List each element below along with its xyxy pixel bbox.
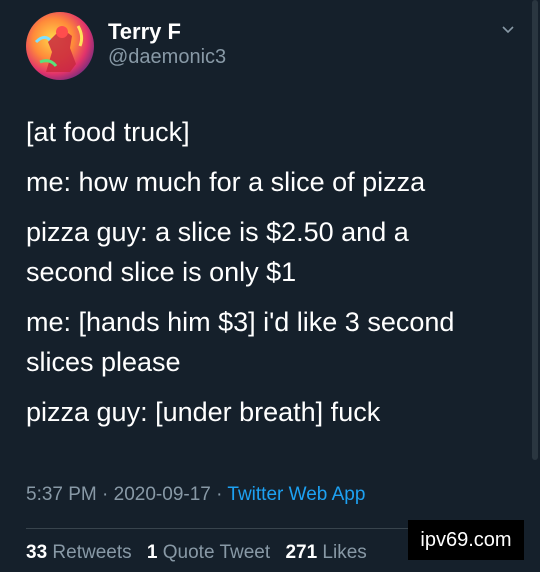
tweet-card: Terry F @daemonic3 [at food truck] me: h… — [0, 0, 540, 572]
retweets-stat[interactable]: 33 Retweets — [26, 542, 132, 563]
likes-label: Likes — [322, 542, 367, 563]
tweet-time[interactable]: 5:37 PM — [26, 484, 97, 505]
tweet-line: [at food truck] — [26, 117, 190, 147]
tweet-line: slices please — [26, 347, 181, 377]
tweet-stats: 33 Retweets 1 Quote Tweet 271 Likes — [26, 542, 377, 564]
tweet-line: me: how much for a slice of pizza — [26, 167, 426, 197]
tweet-line: pizza guy: [under breath] fuck — [26, 397, 381, 427]
tweet-line: second slice is only $1 — [26, 257, 297, 287]
scrollbar[interactable] — [532, 0, 538, 460]
tweet-date[interactable]: 2020-09-17 — [114, 484, 211, 505]
tweet-line: me: [hands him $3] i'd like 3 second — [26, 307, 455, 337]
avatar-illustration-icon — [34, 25, 84, 72]
meta-separator: · — [216, 484, 223, 505]
tweet-source-link[interactable]: Twitter Web App — [227, 484, 365, 505]
tweet-line: pizza guy: a slice is $2.50 and a — [26, 217, 409, 247]
retweets-count: 33 — [26, 542, 48, 563]
user-display-name[interactable]: Terry F — [108, 19, 181, 45]
quotes-label: Quote Tweet — [162, 542, 271, 563]
tweet-metadata: 5:37 PM · 2020-09-17 · Twitter Web App — [26, 484, 365, 506]
likes-count: 271 — [285, 542, 318, 563]
chevron-down-icon[interactable] — [500, 22, 516, 38]
avatar[interactable] — [26, 12, 94, 80]
quotes-count: 1 — [146, 542, 158, 563]
quotes-stat[interactable]: 1 Quote Tweet — [147, 542, 270, 563]
user-handle[interactable]: @daemonic3 — [108, 46, 226, 69]
tweet-text: [at food truck] me: how much for a slice… — [26, 112, 526, 432]
likes-stat[interactable]: 271 Likes — [285, 542, 366, 563]
watermark: ipv69.com — [408, 520, 524, 560]
meta-separator: · — [102, 484, 109, 505]
retweets-label: Retweets — [52, 542, 132, 563]
